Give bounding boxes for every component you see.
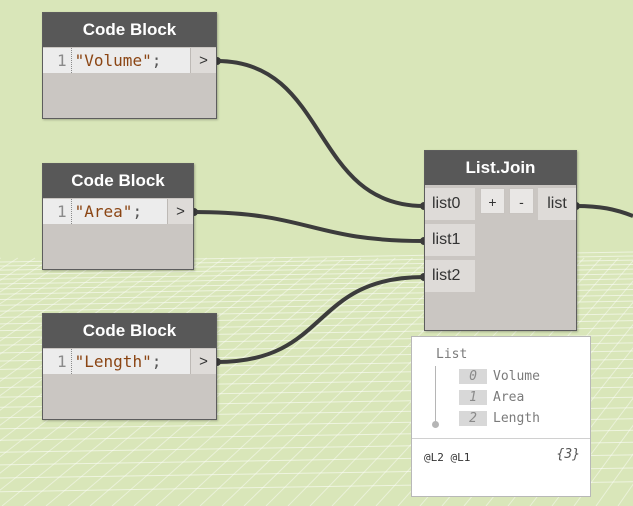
semicolon: ; bbox=[151, 352, 162, 371]
code-row[interactable]: 1 "Length"; > bbox=[43, 349, 216, 374]
item-index: 0 bbox=[459, 369, 487, 384]
preview-divider bbox=[412, 438, 590, 439]
node-title: Code Block bbox=[43, 164, 193, 198]
semicolon: ; bbox=[151, 51, 162, 70]
remove-input-button[interactable]: - bbox=[509, 188, 534, 214]
input-port-list1[interactable]: list1 bbox=[425, 224, 475, 256]
code-block-node[interactable]: Code Block 1 "Area"; > bbox=[42, 163, 194, 270]
output-port[interactable]: > bbox=[190, 48, 216, 73]
item-value: Area bbox=[493, 390, 525, 405]
item-value: Volume bbox=[493, 369, 540, 384]
semicolon: ; bbox=[132, 202, 143, 221]
add-input-button[interactable]: + bbox=[480, 188, 505, 214]
preview-list-item: 0 Volume bbox=[459, 368, 540, 385]
node-title: Code Block bbox=[43, 13, 216, 47]
output-port[interactable]: > bbox=[167, 199, 193, 224]
item-index: 1 bbox=[459, 390, 487, 405]
wire-length-to-list2[interactable] bbox=[216, 275, 425, 364]
line-number: 1 bbox=[43, 349, 72, 374]
code-row[interactable]: 1 "Area"; > bbox=[43, 199, 193, 224]
code-row[interactable]: 1 "Volume"; > bbox=[43, 48, 216, 73]
preview-list-item: 2 Length bbox=[459, 410, 540, 427]
output-port-list[interactable]: list bbox=[538, 188, 576, 220]
code-block-node[interactable]: Code Block 1 "Length"; > bbox=[42, 313, 217, 420]
line-number: 1 bbox=[43, 48, 72, 73]
string-literal: "Area" bbox=[74, 202, 133, 221]
code-block-node[interactable]: Code Block 1 "Volume"; > bbox=[42, 12, 217, 119]
input-port-list0[interactable]: list0 bbox=[425, 188, 475, 220]
item-index: 2 bbox=[459, 411, 487, 426]
wire-volume-to-list0[interactable] bbox=[216, 59, 425, 208]
item-count: {3} bbox=[556, 447, 580, 462]
node-title: List.Join bbox=[425, 151, 576, 185]
code-text[interactable]: "Volume"; bbox=[72, 48, 162, 73]
list-levels-label[interactable]: @L2 @L1 bbox=[424, 451, 470, 464]
list-tree-line bbox=[435, 366, 436, 424]
node-preview-bubble[interactable]: List 0 Volume 1 Area 2 Length @L2 @L1 {3… bbox=[411, 336, 591, 497]
output-port[interactable]: > bbox=[190, 349, 216, 374]
string-literal: "Length" bbox=[74, 352, 152, 371]
node-title: Code Block bbox=[43, 314, 216, 348]
wire-area-to-list1[interactable] bbox=[193, 210, 425, 243]
line-number: 1 bbox=[43, 199, 72, 224]
workspace-canvas[interactable]: Code Block 1 "Volume"; > Code Block 1 "A… bbox=[0, 0, 633, 506]
input-port-list2[interactable]: list2 bbox=[425, 260, 475, 292]
code-text[interactable]: "Length"; bbox=[72, 349, 162, 374]
wire-list-output[interactable] bbox=[575, 204, 633, 218]
code-text[interactable]: "Area"; bbox=[72, 199, 142, 224]
code-editor[interactable]: 1 "Length"; bbox=[43, 349, 190, 374]
preview-list-title: List bbox=[436, 347, 468, 362]
item-value: Length bbox=[493, 411, 540, 426]
code-editor[interactable]: 1 "Volume"; bbox=[43, 48, 190, 73]
string-literal: "Volume" bbox=[74, 51, 152, 70]
code-editor[interactable]: 1 "Area"; bbox=[43, 199, 167, 224]
list-tree-end-dot bbox=[432, 421, 439, 428]
preview-list-item: 1 Area bbox=[459, 389, 524, 406]
list-join-node[interactable]: List.Join list0 list1 list2 + - list bbox=[424, 150, 577, 331]
